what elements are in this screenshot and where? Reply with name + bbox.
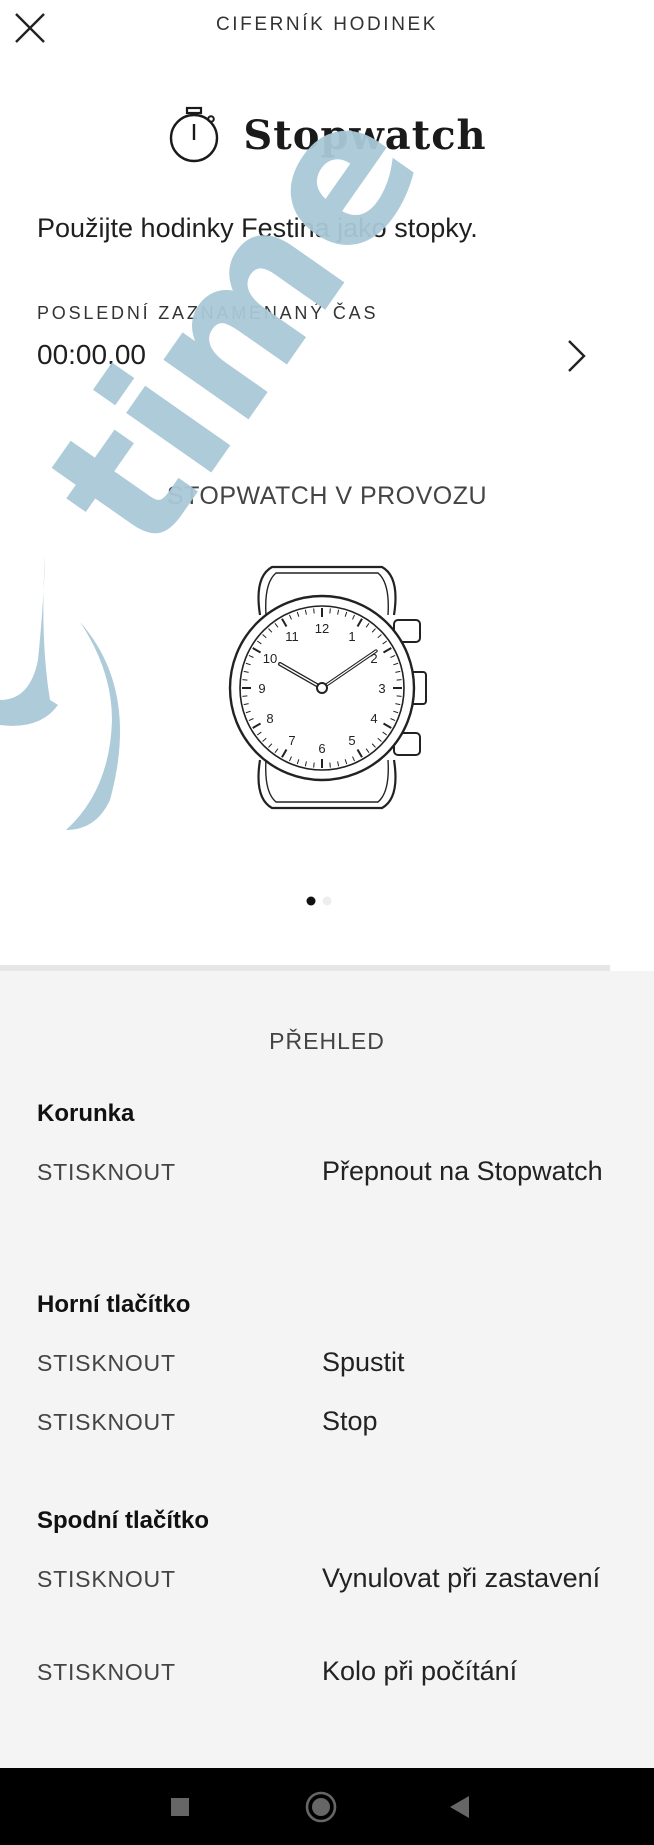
- recent-apps-icon: [171, 1797, 189, 1816]
- watch-tick: [329, 762, 331, 768]
- chevron-right-icon: [568, 340, 586, 372]
- watch-number: 10: [263, 651, 277, 666]
- home-button[interactable]: [281, 1768, 361, 1845]
- action-label: STISKNOUT: [37, 1566, 176, 1592]
- watch-number: 11: [285, 629, 299, 644]
- action-label: STISKNOUT: [37, 1159, 176, 1185]
- section-title-horni-tlacitko: Horní tlačítko: [37, 1291, 191, 1318]
- watch-number: 7: [288, 733, 295, 748]
- title-row: Stopwatch: [0, 100, 654, 170]
- home-icon: [305, 1791, 337, 1822]
- section-title-korunka: Korunka: [37, 1100, 135, 1127]
- carousel-dot[interactable]: [322, 896, 332, 906]
- stopwatch-icon: [170, 106, 219, 163]
- action-label: STISKNOUT: [37, 1350, 176, 1376]
- action-description: Spustit: [322, 1347, 405, 1377]
- action-label: STISKNOUT: [37, 1409, 176, 1435]
- watch-face-icon: 121234567891011: [228, 565, 427, 810]
- watch-tick: [396, 679, 402, 681]
- watch-tick: [329, 608, 331, 614]
- watch-tick: [396, 695, 402, 697]
- action-description: Kolo při počítání: [322, 1656, 518, 1686]
- watch-number: 1: [348, 629, 355, 644]
- watch-number: 9: [258, 681, 265, 696]
- running-label: STOPWATCH V PROVOZU: [166, 482, 488, 510]
- watch-number: 6: [318, 741, 325, 756]
- page-header-title: CIFERNÍK HODINEK: [215, 14, 439, 35]
- description-text: Použijte hodinky Festina jako stopky.: [37, 213, 478, 243]
- recent-apps-button[interactable]: [140, 1768, 220, 1845]
- carousel-indicator: [300, 893, 340, 909]
- watch-tick: [242, 695, 248, 697]
- watch-illustration: 12 1 2 3 4 5 6 7 8 9 10 11: [214, 565, 444, 810]
- watch-number: 12: [315, 621, 329, 636]
- watch-number: 4: [370, 711, 377, 726]
- watch-tick: [242, 679, 248, 681]
- action-description: Stop: [322, 1406, 378, 1436]
- last-time-value[interactable]: 00:00,00: [37, 339, 146, 371]
- watch-tick: [313, 608, 315, 614]
- section-title-spodni-tlacitko: Spodní tlačítko: [37, 1507, 210, 1534]
- back-icon: [450, 1795, 469, 1818]
- action-label: STISKNOUT: [37, 1659, 176, 1685]
- watch-number: 5: [348, 733, 355, 748]
- back-button[interactable]: [420, 1768, 500, 1845]
- page-title: Stopwatch: [243, 111, 487, 159]
- watch-number: 3: [378, 681, 385, 696]
- last-time-label: POSLEDNÍ ZAZNAMENANÝ ČAS: [37, 303, 379, 323]
- carousel-dot-active[interactable]: [306, 896, 316, 906]
- watch-tick: [313, 762, 315, 768]
- action-description: Vynulovat při zastavení: [322, 1563, 601, 1593]
- action-description: Přepnout na Stopwatch: [322, 1156, 603, 1186]
- overview-title: PŘEHLED: [269, 1028, 385, 1054]
- last-time-chevron-button[interactable]: [560, 336, 594, 376]
- watch-number: 8: [266, 711, 273, 726]
